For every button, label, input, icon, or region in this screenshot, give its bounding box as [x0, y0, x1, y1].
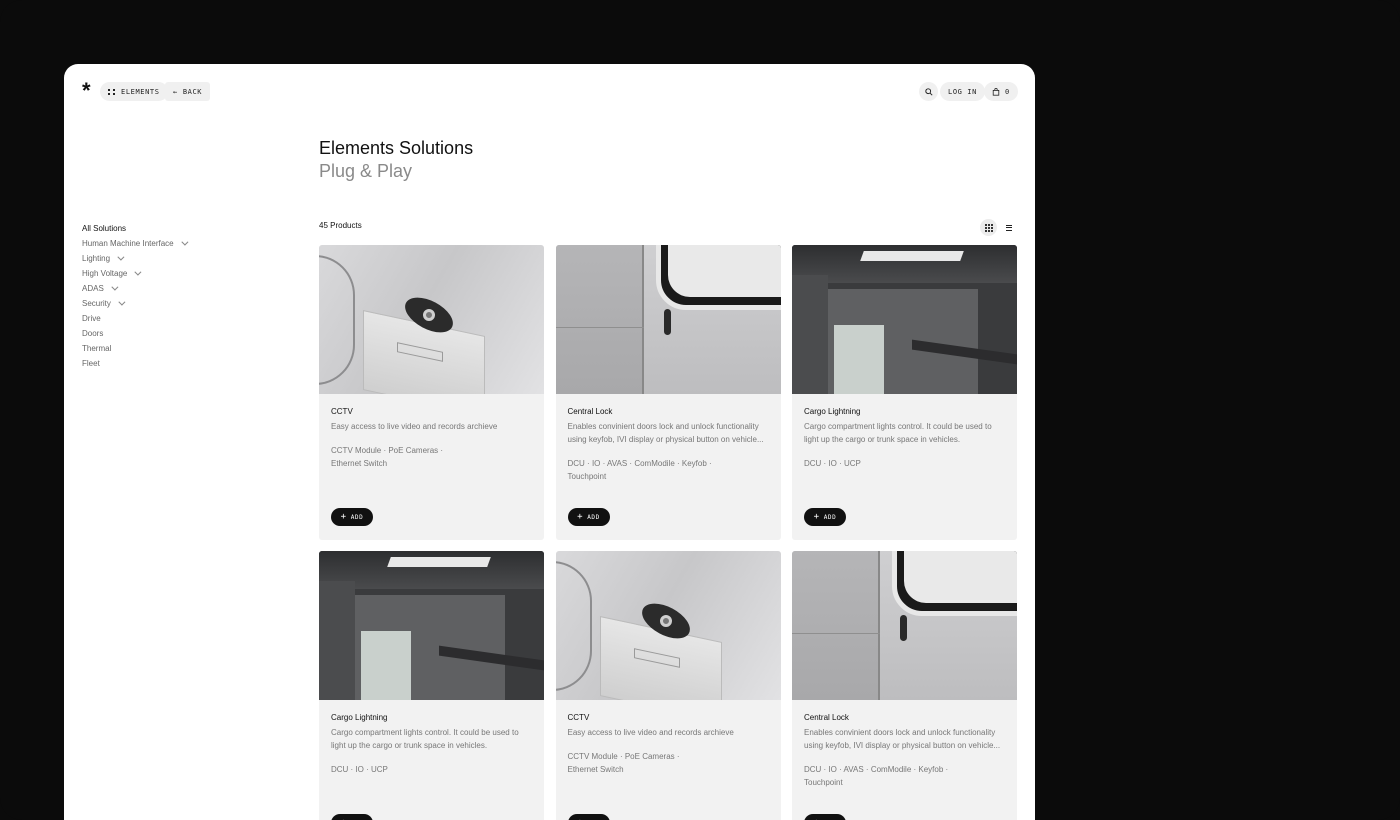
- cart-button[interactable]: 0: [984, 82, 1018, 101]
- page-subtitle: Plug & Play: [319, 161, 413, 181]
- chevron-down-icon: [118, 298, 126, 306]
- product-card-body: Central Lock Enables convinient doors loc…: [792, 700, 1017, 789]
- product-title: CCTV: [567, 713, 590, 722]
- sidebar-item-label: ADAS: [82, 284, 104, 293]
- product-description: Cargo compartment lights control. It cou…: [331, 728, 519, 750]
- sidebar-item-label: High Voltage: [82, 269, 128, 278]
- cart-count: 0: [1005, 87, 1010, 96]
- product-card-body: CCTV Easy access to live video and record…: [556, 700, 781, 776]
- product-image[interactable]: [792, 551, 1017, 700]
- product-card[interactable]: Central Lock Enables convinient doors loc…: [792, 551, 1017, 820]
- product-title: Central Lock: [804, 713, 849, 722]
- sidebar-item-adas[interactable]: ADAS: [82, 281, 262, 296]
- product-description: Cargo compartment lights control. It cou…: [804, 422, 992, 444]
- login-button[interactable]: LOG IN: [940, 82, 985, 101]
- add-to-cart-button[interactable]: +ADD: [567, 814, 610, 820]
- arrow-left-icon: ←: [173, 87, 178, 96]
- product-title: CCTV: [331, 407, 353, 416]
- category-sidebar: All Solutions Human Machine Interface Ligh…: [82, 221, 262, 371]
- device-frame: * ELEMENTS ← BACK LOG IN 0 Elements Solu…: [0, 0, 1400, 820]
- sidebar-item-doors[interactable]: Doors: [82, 326, 262, 341]
- product-description: Easy access to live video and records ar…: [331, 422, 498, 431]
- sidebar-item-label: Human Machine Interface: [82, 239, 174, 248]
- sidebar-item-security[interactable]: Security: [82, 296, 262, 311]
- add-label: ADD: [587, 513, 600, 521]
- sidebar-item-drive[interactable]: Drive: [82, 311, 262, 326]
- sidebar-item-label: Lighting: [82, 254, 111, 263]
- product-components: DCU · IO · UCP: [331, 765, 388, 774]
- product-card[interactable]: Cargo Lightning Cargo compartment lights …: [319, 551, 544, 820]
- add-label: ADD: [823, 513, 837, 521]
- login-label: LOG IN: [948, 87, 977, 96]
- app-window: * ELEMENTS ← BACK LOG IN 0 Elements Solu…: [64, 64, 1035, 820]
- chevron-down-icon: [180, 238, 189, 246]
- sidebar-item-label: Thermal: [82, 344, 112, 353]
- product-description: Enables convinient doors lock and unlock…: [804, 728, 1001, 750]
- elements-menu-button[interactable]: ELEMENTS: [100, 82, 168, 101]
- add-to-cart-button[interactable]: +ADD: [804, 814, 846, 820]
- grid-view-toggle[interactable]: [980, 219, 997, 236]
- chevron-down-icon: [134, 268, 142, 276]
- sidebar-item-label: Fleet: [82, 359, 100, 368]
- product-image[interactable]: [319, 551, 544, 700]
- sidebar-item-label: Doors: [82, 329, 104, 338]
- logo-asterisk[interactable]: *: [82, 80, 91, 102]
- sidebar-item-lighting[interactable]: Lighting: [82, 251, 262, 266]
- add-to-cart-button[interactable]: +ADD: [804, 508, 846, 526]
- chevron-down-icon: [111, 283, 119, 291]
- product-image[interactable]: [555, 245, 781, 394]
- product-title: Central Lock: [567, 407, 613, 416]
- list-view-icon: [1005, 224, 1012, 231]
- product-count: 45 Products: [319, 221, 362, 230]
- product-card-body: Central Lock Enables convinient doors loc…: [556, 394, 781, 483]
- product-card-body: Cargo Lightning Cargo compartment lights …: [792, 394, 1017, 470]
- product-components: DCU · IO · UCP: [804, 459, 861, 468]
- list-view-toggle[interactable]: [1000, 219, 1017, 236]
- product-image[interactable]: [792, 245, 1017, 394]
- add-label: ADD: [350, 513, 364, 521]
- sidebar-item-thermal[interactable]: Thermal: [82, 341, 262, 356]
- add-to-cart-button[interactable]: +ADD: [331, 814, 373, 820]
- sidebar-item-human-machine-interface[interactable]: Human Machine Interface: [82, 236, 262, 251]
- sidebar-item-label: Drive: [82, 314, 101, 323]
- plus-icon: +: [813, 511, 820, 522]
- plus-icon: +: [340, 511, 347, 522]
- product-components: CCTV Module · PoE Cameras · Ethernet Swi…: [331, 446, 444, 468]
- grid-view-icon: [984, 223, 993, 232]
- bag-icon: [992, 87, 1000, 96]
- add-to-cart-button[interactable]: +ADD: [331, 508, 373, 526]
- product-components: CCTV Module · PoE Cameras · Ethernet Swi…: [567, 752, 680, 774]
- back-label: BACK: [182, 87, 203, 96]
- back-button[interactable]: ← BACK: [165, 82, 211, 101]
- product-description: Enables convinient doors lock and unlock…: [567, 422, 764, 444]
- product-card[interactable]: CCTV Easy access to live video and record…: [555, 551, 781, 820]
- page-title: Elements Solutions: [319, 138, 474, 158]
- product-card[interactable]: CCTV Easy access to live video and record…: [319, 245, 544, 540]
- product-card-body: Cargo Lightning Cargo compartment lights …: [319, 700, 544, 776]
- product-components: DCU · IO · AVAS · ComModile · Keyfob · T…: [804, 765, 949, 787]
- product-image[interactable]: [555, 551, 781, 700]
- product-grid: CCTV Easy access to live video and record…: [319, 245, 1017, 820]
- sidebar-item-label: All Solutions: [82, 224, 127, 233]
- add-to-cart-button[interactable]: +ADD: [567, 508, 610, 526]
- search-icon: [924, 87, 933, 96]
- elements-label: ELEMENTS: [121, 87, 160, 96]
- grid-dots-icon: [108, 88, 116, 95]
- product-description: Easy access to live video and records ar…: [567, 728, 734, 737]
- sidebar-item-label: Security: [82, 299, 111, 308]
- sidebar-item-high-voltage[interactable]: High Voltage: [82, 266, 262, 281]
- product-image[interactable]: [319, 245, 544, 394]
- product-title: Cargo Lightning: [331, 713, 388, 722]
- product-card[interactable]: Central Lock Enables convinient doors loc…: [555, 245, 781, 540]
- product-card[interactable]: Cargo Lightning Cargo compartment lights …: [792, 245, 1017, 540]
- product-card-body: CCTV Easy access to live video and record…: [319, 394, 544, 470]
- product-components: DCU · IO · AVAS · ComModile · Keyfob · T…: [567, 459, 712, 481]
- product-title: Cargo Lightning: [804, 407, 861, 416]
- sidebar-item-fleet[interactable]: Fleet: [82, 356, 262, 371]
- plus-icon: +: [577, 511, 584, 522]
- chevron-down-icon: [117, 253, 125, 261]
- sidebar-item-all-solutions[interactable]: All Solutions: [82, 221, 262, 236]
- search-button[interactable]: [919, 82, 938, 101]
